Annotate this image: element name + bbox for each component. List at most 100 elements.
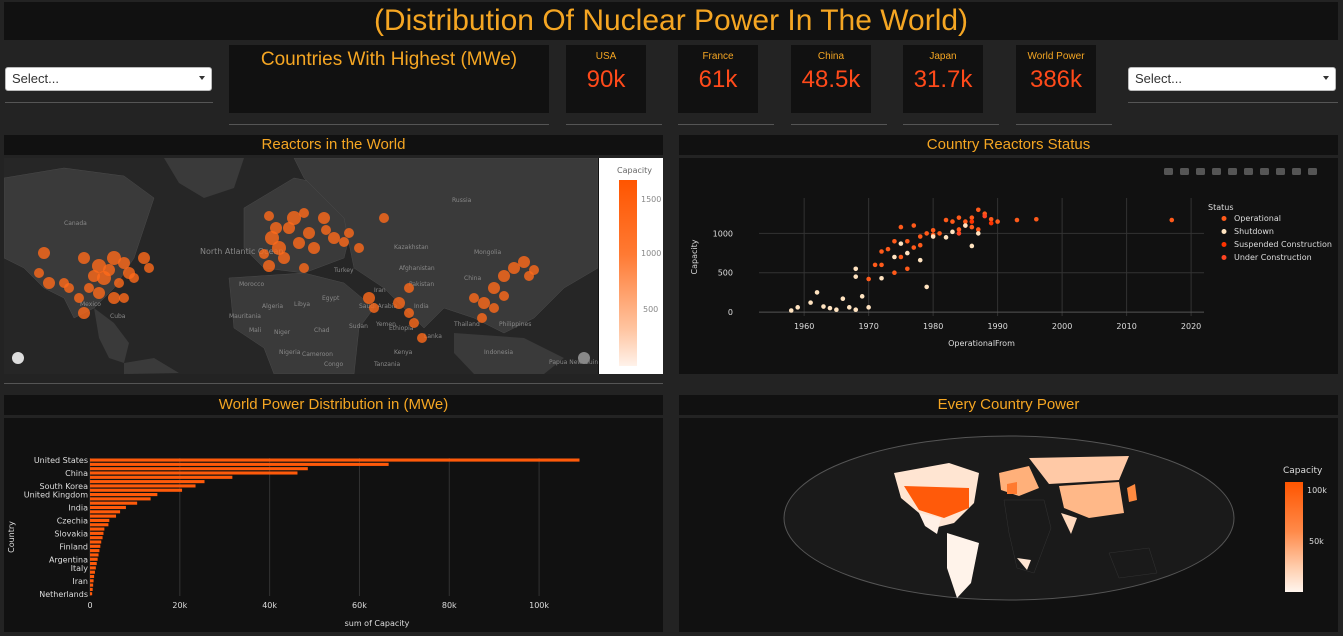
home-icon[interactable] <box>1292 168 1301 175</box>
scatter-point[interactable] <box>898 241 904 246</box>
bar[interactable] <box>90 518 110 522</box>
box-select-icon[interactable] <box>1212 168 1221 175</box>
scatter-point[interactable] <box>975 207 981 213</box>
reactor-marker[interactable] <box>263 260 275 272</box>
reactor-marker[interactable] <box>303 227 315 239</box>
plotly-logo-icon[interactable] <box>1308 168 1317 175</box>
reactor-marker[interactable] <box>328 232 340 244</box>
reactor-marker[interactable] <box>363 292 375 304</box>
reactor-marker[interactable] <box>299 208 309 218</box>
scatter-point[interactable] <box>788 308 794 313</box>
scatter-point[interactable] <box>892 254 897 260</box>
bar[interactable] <box>90 480 205 484</box>
reactor-marker[interactable] <box>88 270 100 282</box>
reactor-marker[interactable] <box>488 282 500 294</box>
reactor-marker[interactable] <box>93 287 105 299</box>
scatter-point[interactable] <box>956 215 962 220</box>
scatter-point[interactable] <box>969 215 975 220</box>
scatter-point[interactable] <box>866 276 871 282</box>
reactor-marker[interactable] <box>138 252 150 264</box>
bar[interactable] <box>90 544 101 548</box>
scatter-point[interactable] <box>982 213 988 219</box>
bar[interactable] <box>90 566 96 570</box>
reactor-marker[interactable] <box>469 293 479 303</box>
scatter-point[interactable] <box>859 294 865 299</box>
reactor-marker[interactable] <box>43 277 55 289</box>
status-scatter-chart[interactable]: 1960 1970 1980 1990 2000 2010 2020 0 500 1000 Oper… <box>679 158 1338 374</box>
scatter-point[interactable] <box>943 217 949 223</box>
bar[interactable] <box>90 531 104 535</box>
scatter-point[interactable] <box>879 262 884 268</box>
scatter-point[interactable] <box>853 266 859 272</box>
scatter-point[interactable] <box>950 229 955 235</box>
reactor-marker[interactable] <box>489 303 499 313</box>
reactor-marker[interactable] <box>404 283 414 293</box>
reactor-marker[interactable] <box>499 291 509 301</box>
reactor-marker[interactable] <box>34 268 44 278</box>
scatter-point[interactable] <box>905 266 910 272</box>
reactor-marker[interactable] <box>259 249 269 259</box>
scatter-point[interactable] <box>885 246 891 252</box>
reactor-marker[interactable] <box>354 243 364 253</box>
scatter-point[interactable] <box>840 296 846 301</box>
reactor-marker[interactable] <box>404 308 414 318</box>
scatter-point[interactable] <box>1034 216 1039 222</box>
scatter-point[interactable] <box>995 219 1000 224</box>
scatter-point[interactable] <box>930 234 936 239</box>
reactor-marker[interactable] <box>59 278 69 288</box>
reactor-marker[interactable] <box>74 293 84 303</box>
bar[interactable] <box>90 553 99 557</box>
reactor-marker[interactable] <box>518 256 530 268</box>
autoscale-icon[interactable] <box>1276 168 1285 175</box>
bar[interactable] <box>90 505 126 510</box>
bar[interactable] <box>90 536 103 540</box>
reactor-marker[interactable] <box>321 225 331 235</box>
reactor-marker[interactable] <box>114 278 124 288</box>
scatter-point[interactable] <box>892 270 897 276</box>
scatter-point[interactable] <box>963 223 968 228</box>
scatter-point[interactable] <box>930 227 936 233</box>
left-dropdown[interactable]: Select... <box>5 67 212 91</box>
map-reset-icon[interactable] <box>12 352 24 364</box>
scatter-point[interactable] <box>879 275 884 281</box>
scatter-point[interactable] <box>969 224 975 230</box>
scatter-point[interactable] <box>943 235 949 240</box>
bar[interactable] <box>90 462 389 466</box>
reactor-marker[interactable] <box>529 265 539 275</box>
legend-item[interactable]: Under Construction <box>1234 253 1312 262</box>
scatter-point[interactable] <box>905 238 910 244</box>
reactor-marker[interactable] <box>344 228 354 238</box>
scatter-point[interactable] <box>917 257 923 263</box>
reactor-marker[interactable] <box>477 313 487 323</box>
scatter-point[interactable] <box>924 231 929 236</box>
reactor-marker[interactable] <box>78 252 90 264</box>
bar[interactable] <box>90 549 100 553</box>
scatter-point[interactable] <box>853 274 859 279</box>
scatter-point[interactable] <box>950 219 955 224</box>
reactor-marker[interactable] <box>508 262 520 274</box>
scatter-point[interactable] <box>853 307 859 313</box>
reactor-marker[interactable] <box>108 292 120 304</box>
scatter-point[interactable] <box>969 219 975 224</box>
pan-icon[interactable] <box>1196 168 1205 175</box>
scatter-point[interactable] <box>898 254 904 260</box>
scatter-point[interactable] <box>872 262 878 268</box>
bar[interactable] <box>90 523 109 527</box>
bar[interactable] <box>90 484 196 488</box>
bar[interactable] <box>90 583 94 587</box>
scatter-point[interactable] <box>956 231 962 236</box>
scatter-point[interactable] <box>937 231 942 236</box>
reactor-marker[interactable] <box>478 297 490 309</box>
scatter-point[interactable] <box>834 307 839 313</box>
reactor-marker[interactable] <box>84 283 94 293</box>
bar[interactable] <box>90 570 95 574</box>
bar[interactable] <box>90 510 121 514</box>
reactor-marker[interactable] <box>38 247 50 259</box>
scatter-point[interactable] <box>956 227 962 232</box>
scatter-point[interactable] <box>911 245 917 250</box>
legend-item[interactable]: Suspended Construction <box>1234 240 1332 249</box>
scatter-point[interactable] <box>1169 217 1175 223</box>
bar[interactable] <box>90 458 580 462</box>
bar[interactable] <box>90 540 102 544</box>
reactor-marker[interactable] <box>293 237 305 249</box>
